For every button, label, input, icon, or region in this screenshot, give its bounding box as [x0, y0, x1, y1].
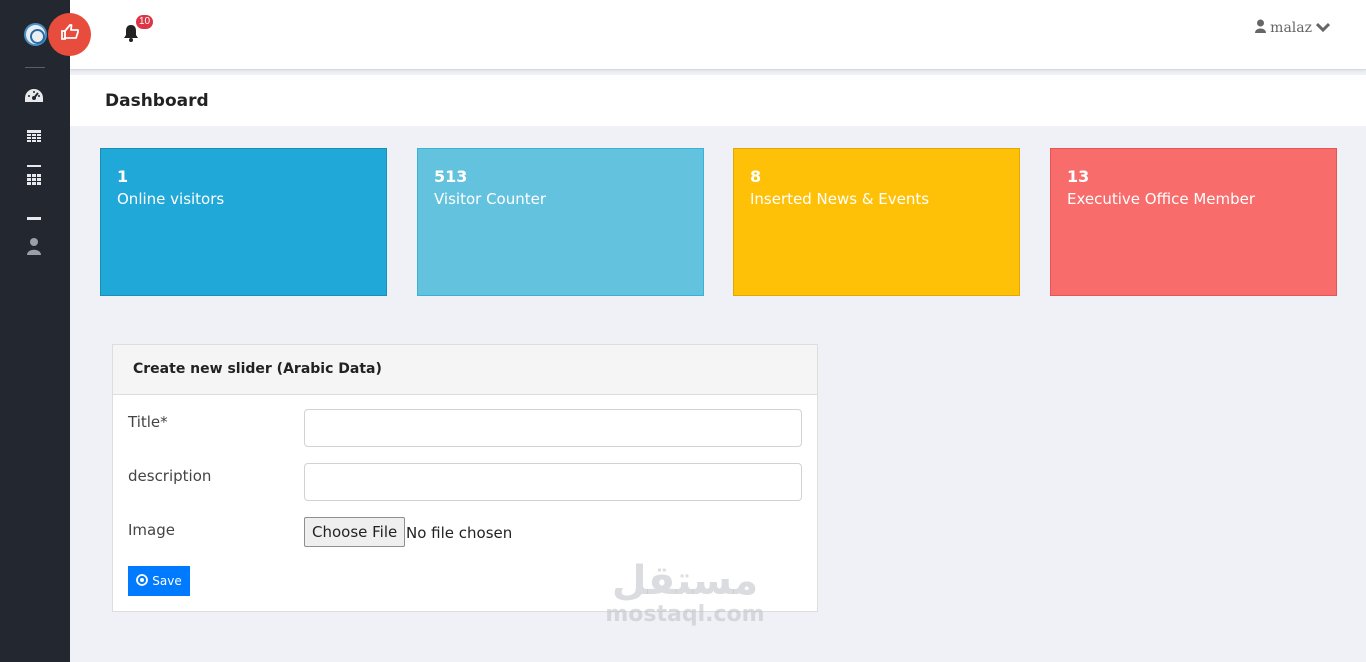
stat-card-online-visitors: 1 Online visitors: [100, 148, 387, 296]
page-header: Dashboard: [70, 75, 1366, 126]
emblem-logo-icon[interactable]: [24, 23, 47, 46]
description-input[interactable]: [304, 463, 802, 501]
sidebar-item-tables[interactable]: [22, 128, 46, 148]
user-icon: [1255, 19, 1267, 37]
sidebar-item-minus[interactable]: [22, 207, 46, 227]
top-navbar: 10 malaz: [70, 0, 1366, 70]
sidebar: [0, 0, 70, 662]
stat-value: 1: [117, 167, 129, 186]
username-label: malaz: [1270, 20, 1312, 36]
thumbs-up-icon: [60, 23, 80, 46]
sidebar-toggle-button[interactable]: [48, 13, 91, 56]
user-menu[interactable]: malaz: [1255, 18, 1331, 38]
stat-value: 13: [1067, 167, 1090, 186]
stat-label: Online visitors: [117, 190, 225, 208]
grid-icon: [27, 164, 41, 192]
speedometer-icon: [23, 87, 45, 110]
title-label: Title*: [128, 413, 168, 431]
save-button-label: Save: [152, 574, 182, 588]
panel-title: Create new slider (Arabic Data): [113, 345, 817, 395]
description-label: description: [128, 467, 212, 485]
sidebar-divider: [25, 67, 45, 68]
notification-count-badge: 10: [136, 15, 154, 29]
stat-label: Executive Office Member: [1067, 190, 1256, 208]
sidebar-item-dashboard[interactable]: [22, 88, 46, 108]
file-status-text: No file chosen: [406, 524, 513, 542]
circle-dot-icon: [136, 573, 149, 589]
page-title: Dashboard: [105, 91, 209, 111]
stat-label: Visitor Counter: [434, 190, 547, 208]
sidebar-item-users[interactable]: [22, 237, 46, 260]
stat-value: 8: [750, 167, 762, 186]
stat-card-visitor-counter: 513 Visitor Counter: [417, 148, 704, 296]
save-button[interactable]: Save: [128, 566, 190, 596]
stat-card-news-events: 8 Inserted News & Events: [733, 148, 1020, 296]
stat-label: Inserted News & Events: [750, 190, 930, 208]
stat-value: 513: [434, 167, 468, 186]
user-icon: [27, 237, 41, 260]
bell-icon: [122, 25, 140, 46]
title-input[interactable]: [304, 409, 802, 447]
chevron-down-icon: [1315, 20, 1331, 36]
create-slider-panel: Create new slider (Arabic Data) Title* d…: [112, 344, 818, 612]
image-label: Image: [128, 521, 175, 539]
choose-file-button[interactable]: Choose File: [304, 517, 406, 547]
minus-icon: [27, 208, 41, 226]
sidebar-item-grid[interactable]: [22, 163, 46, 193]
table-icon: [27, 129, 41, 147]
stat-card-executive-members: 13 Executive Office Member: [1050, 148, 1337, 296]
